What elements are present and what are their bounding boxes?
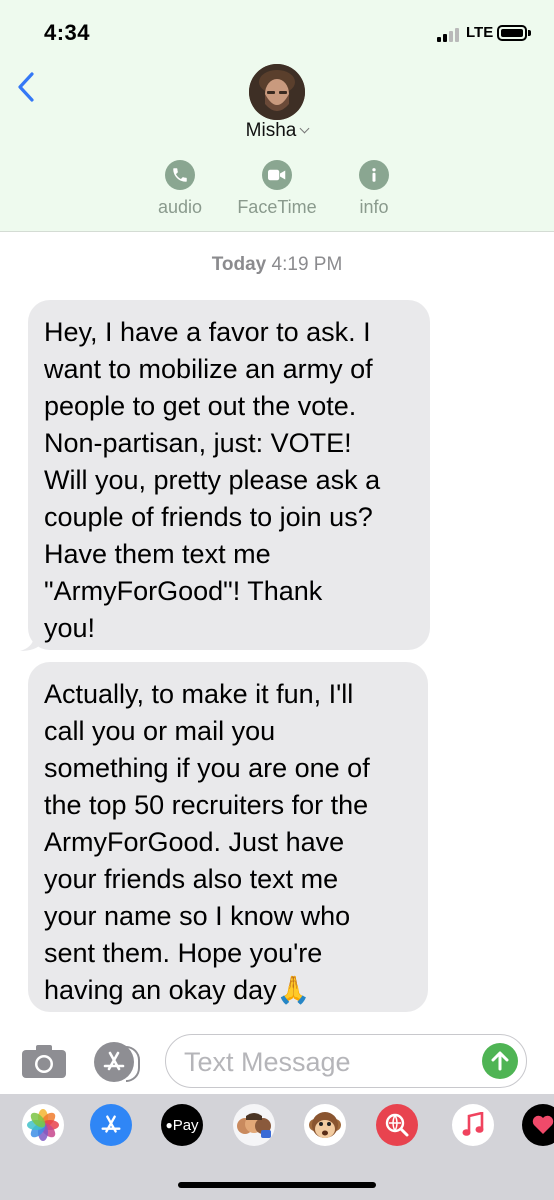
web-search-icon[interactable] xyxy=(376,1104,418,1146)
message-line: Have them text me xyxy=(44,539,271,569)
message-line: Actually, to make it fun, I'll xyxy=(44,679,354,709)
message-line: people to get out the vote. xyxy=(44,391,357,421)
conversation-header: Misha audio FaceTime info xyxy=(0,60,554,232)
home-indicator[interactable] xyxy=(178,1182,376,1188)
send-button[interactable] xyxy=(482,1043,518,1079)
app-store-button[interactable] xyxy=(94,1042,140,1082)
message-line: something if you are one of xyxy=(44,753,370,783)
audio-call-button[interactable]: audio xyxy=(125,160,235,218)
animoji-icon[interactable] xyxy=(304,1104,346,1146)
info-label: info xyxy=(359,197,389,217)
contact-name-button[interactable]: Misha xyxy=(0,120,554,142)
message-input-placeholder: Text Message xyxy=(184,1047,351,1077)
memoji-icon[interactable] xyxy=(233,1104,275,1146)
facetime-label: FaceTime xyxy=(237,197,317,217)
app-store-icon[interactable] xyxy=(90,1104,132,1146)
imessage-app-drawer: ● Pay xyxy=(0,1094,554,1200)
audio-label: audio xyxy=(157,197,203,217)
apple-pay-icon[interactable]: ● Pay xyxy=(161,1104,203,1146)
chevron-down-icon xyxy=(299,123,310,134)
status-time: 4:34 xyxy=(44,20,91,45)
info-icon xyxy=(359,160,389,190)
battery-icon xyxy=(497,25,531,41)
avatar-photo xyxy=(249,64,305,120)
message-line: your name so I know who xyxy=(44,901,351,931)
message-line: ArmyForGood. Just have xyxy=(44,827,345,857)
camera-icon xyxy=(22,1045,66,1078)
message-line: call you or mail you xyxy=(44,716,276,746)
photos-icon[interactable] xyxy=(22,1104,64,1146)
message-input[interactable]: Text Message xyxy=(165,1034,527,1088)
message-line: you! xyxy=(44,613,96,643)
signal-strength-icon xyxy=(437,28,463,42)
contact-name: Misha xyxy=(245,120,297,141)
video-camera-icon xyxy=(262,160,292,190)
message-line: couple of friends to join us? xyxy=(44,502,373,532)
incoming-message-bubble[interactable]: Hey, I have a favor to ask. I want to mo… xyxy=(28,300,430,650)
message-line: want to mobilize an army of xyxy=(44,354,373,384)
app-store-icon xyxy=(103,1051,125,1071)
contact-avatar[interactable] xyxy=(249,64,305,120)
message-line: the top 50 recruiters for the xyxy=(44,790,369,820)
arrow-up-icon xyxy=(491,1051,509,1071)
bubble-tail xyxy=(20,635,42,651)
message-line: having an okay day🙏 xyxy=(44,975,311,1005)
message-line: your friends also text me xyxy=(44,864,339,894)
message-line: Will you, pretty please ask a xyxy=(44,465,381,495)
message-line: sent them. Hope you're xyxy=(44,938,323,968)
digital-touch-icon[interactable] xyxy=(522,1104,554,1146)
info-button[interactable]: info xyxy=(319,160,429,218)
message-line: Non-partisan, just: VOTE! xyxy=(44,428,352,458)
message-composer: Text Message xyxy=(0,1024,554,1094)
apple-logo-icon: ● xyxy=(165,1118,173,1132)
timestamp-time: 4:19 PM xyxy=(271,254,343,275)
apple-pay-label: Pay xyxy=(172,1116,199,1134)
message-line: "ArmyForGood"! Thank xyxy=(44,576,323,606)
phone-icon xyxy=(165,160,195,190)
message-timestamp: Today 4:19 PM xyxy=(0,254,554,276)
facetime-button[interactable]: FaceTime xyxy=(222,160,332,218)
chevron-left-icon xyxy=(18,72,34,102)
status-bar: 4:34 LTE xyxy=(0,0,554,60)
camera-button[interactable] xyxy=(22,1044,66,1083)
network-type: LTE xyxy=(466,24,494,41)
timestamp-date: Today xyxy=(211,254,267,275)
music-icon[interactable] xyxy=(452,1104,494,1146)
incoming-message-bubble[interactable]: Actually, to make it fun, I'll call you … xyxy=(28,662,428,1012)
message-line: Hey, I have a favor to ask. I xyxy=(44,317,371,347)
back-button[interactable] xyxy=(14,70,44,104)
